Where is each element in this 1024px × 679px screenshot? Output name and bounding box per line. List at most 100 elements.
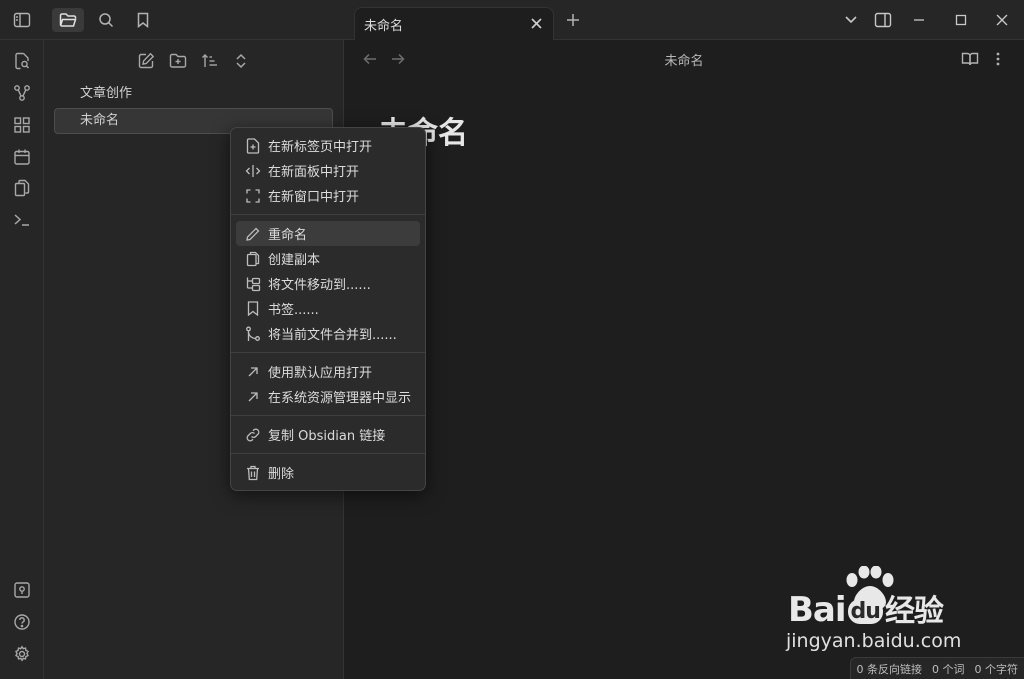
arrow-up-right-icon bbox=[244, 363, 261, 380]
menu-separator bbox=[231, 453, 425, 454]
tab-untitled[interactable]: 未命名 bbox=[354, 7, 554, 40]
file-explorer-tab-button[interactable] bbox=[52, 8, 84, 32]
status-bar: 0 条反向链接 0 个词 0 个字符 bbox=[849, 657, 1024, 679]
menu-show-in-explorer[interactable]: 在系统资源管理器中显示 bbox=[236, 384, 420, 409]
ribbon bbox=[0, 40, 44, 679]
watermark-brand-bai: Bai bbox=[788, 590, 847, 630]
tab-list-button[interactable] bbox=[838, 8, 864, 32]
menu-copy-obsidian-link[interactable]: 复制 Obsidian 链接 bbox=[236, 422, 420, 447]
status-backlinks[interactable]: 0 条反向链接 bbox=[857, 661, 923, 677]
obsidian-app: 未命名 文章创作 未命名 未命名 在新标签页中打开 在新面板中打开 在新窗口中打… bbox=[0, 0, 1024, 679]
right-sidebar-icon bbox=[874, 12, 892, 28]
tree-item-label: 未命名 bbox=[80, 113, 120, 128]
menu-label: 在新标签页中打开 bbox=[268, 140, 373, 155]
maximize-corners-icon bbox=[244, 187, 261, 204]
trash-icon bbox=[244, 464, 261, 481]
new-folder-button[interactable] bbox=[165, 50, 191, 72]
chevrons-up-down-icon bbox=[234, 53, 248, 69]
menu-label: 创建副本 bbox=[268, 253, 321, 268]
split-vertical-icon bbox=[244, 162, 261, 179]
folder-plus-icon bbox=[169, 53, 187, 69]
minimize-button[interactable] bbox=[906, 8, 932, 32]
plus-icon bbox=[566, 13, 580, 27]
menu-label: 复制 Obsidian 链接 bbox=[268, 429, 386, 444]
templates-button[interactable] bbox=[8, 175, 36, 201]
terminal-icon bbox=[13, 212, 31, 228]
menu-label: 重命名 bbox=[268, 228, 308, 243]
menu-label: 删除 bbox=[268, 467, 295, 482]
menu-label: 将文件移动到...... bbox=[268, 278, 371, 293]
menu-separator bbox=[231, 214, 425, 215]
calendar-icon bbox=[13, 148, 31, 166]
link-icon bbox=[244, 426, 261, 443]
more-options-button[interactable] bbox=[987, 49, 1009, 69]
menu-separator bbox=[231, 352, 425, 353]
menu-merge-file[interactable]: 将当前文件合并到...... bbox=[236, 321, 420, 346]
menu-label: 在新面板中打开 bbox=[268, 165, 360, 180]
canvas-button[interactable] bbox=[8, 112, 36, 138]
new-tab-button[interactable] bbox=[562, 9, 584, 31]
menu-label: 将当前文件合并到...... bbox=[268, 328, 397, 343]
search-tab-button[interactable] bbox=[90, 8, 122, 32]
watermark-brand: Bai du 经验 bbox=[788, 586, 944, 630]
menu-make-copy[interactable]: 创建副本 bbox=[236, 246, 420, 271]
status-char-count: 0 个字符 bbox=[974, 662, 1019, 676]
folder-tree-icon bbox=[244, 275, 261, 292]
git-merge-icon bbox=[244, 325, 261, 342]
quick-switcher-button[interactable] bbox=[8, 48, 36, 74]
maximize-button[interactable] bbox=[948, 8, 974, 32]
menu-move-file[interactable]: 将文件移动到...... bbox=[236, 271, 420, 296]
watermark-brand-jingyan: 经验 bbox=[884, 594, 944, 629]
command-palette-button[interactable] bbox=[8, 207, 36, 233]
baidu-jingyan-watermark: Bai du 经验 jingyan.baidu.com bbox=[780, 566, 980, 658]
reading-view-button[interactable] bbox=[959, 49, 981, 69]
folder-open-icon bbox=[59, 12, 77, 28]
sidebar-toggle-icon bbox=[13, 12, 31, 28]
chevron-down-icon bbox=[844, 15, 858, 25]
menu-open-new-tab[interactable]: 在新标签页中打开 bbox=[236, 133, 420, 158]
book-open-icon bbox=[961, 51, 979, 67]
tree-item-label: 文章创作 bbox=[80, 86, 133, 101]
window-close-button[interactable] bbox=[989, 8, 1015, 32]
file-search-icon bbox=[14, 52, 30, 70]
watermark-url: jingyan.baidu.com bbox=[786, 630, 962, 652]
vault-switcher-button[interactable] bbox=[8, 577, 36, 603]
maximize-icon bbox=[955, 14, 967, 26]
bookmarks-tab-button[interactable] bbox=[127, 8, 159, 32]
edit-note-icon bbox=[137, 52, 155, 70]
sort-button[interactable] bbox=[197, 50, 223, 72]
sort-ascending-icon bbox=[201, 53, 219, 69]
view-header-title[interactable]: 未命名 bbox=[344, 50, 1024, 69]
menu-open-new-window[interactable]: 在新窗口中打开 bbox=[236, 183, 420, 208]
menu-open-new-pane[interactable]: 在新面板中打开 bbox=[236, 158, 420, 183]
gear-icon bbox=[13, 645, 31, 663]
settings-button[interactable] bbox=[8, 641, 36, 667]
menu-bookmark[interactable]: 书签...... bbox=[236, 296, 420, 321]
menu-rename[interactable]: 重命名 bbox=[236, 221, 420, 246]
help-circle-icon bbox=[13, 613, 31, 631]
bookmark-icon bbox=[136, 12, 150, 28]
tree-item-folder[interactable]: 文章创作 bbox=[54, 81, 333, 107]
daily-note-button[interactable] bbox=[8, 144, 36, 170]
file-context-menu: 在新标签页中打开 在新面板中打开 在新窗口中打开 重命名 创建副本 将文件移动到… bbox=[230, 127, 426, 491]
file-plus-icon bbox=[244, 137, 261, 154]
close-icon bbox=[530, 17, 542, 29]
copy-icon bbox=[244, 250, 261, 267]
graph-icon bbox=[13, 84, 31, 102]
graph-view-button[interactable] bbox=[8, 80, 36, 106]
new-note-button[interactable] bbox=[133, 50, 159, 72]
toggle-right-sidebar-button[interactable] bbox=[870, 8, 896, 32]
menu-separator bbox=[231, 415, 425, 416]
arrow-up-right-icon bbox=[244, 388, 261, 405]
tab-close-button[interactable] bbox=[527, 14, 545, 32]
vault-icon bbox=[13, 581, 31, 599]
files-copy-icon bbox=[13, 179, 31, 197]
tab-title: 未命名 bbox=[364, 19, 404, 34]
menu-open-default-app[interactable]: 使用默认应用打开 bbox=[236, 359, 420, 384]
menu-delete[interactable]: 删除 bbox=[236, 460, 420, 485]
collapse-all-button[interactable] bbox=[228, 50, 254, 72]
toggle-sidebar-button[interactable] bbox=[6, 8, 38, 32]
menu-label: 在新窗口中打开 bbox=[268, 190, 360, 205]
help-button[interactable] bbox=[8, 609, 36, 635]
close-icon bbox=[996, 14, 1008, 26]
